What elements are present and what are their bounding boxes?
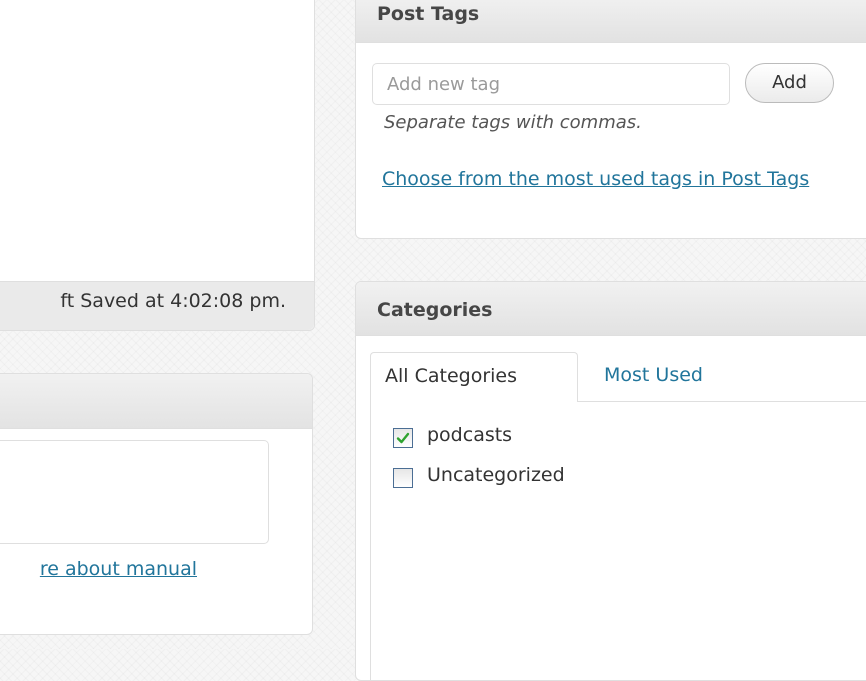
excerpt-box: re about manual <box>0 373 313 635</box>
draft-saved-status: ft Saved at 4:02:08 pm. <box>60 290 286 312</box>
add-tag-button[interactable]: Add <box>745 63 834 103</box>
categories-header: Categories <box>356 282 866 336</box>
category-checklist: podcasts Uncategorized <box>370 401 866 680</box>
category-label-uncategorized: Uncategorized <box>427 464 565 486</box>
categories-title: Categories <box>377 299 493 321</box>
tab-all-categories[interactable]: All Categories <box>370 352 578 402</box>
post-tags-box: Post Tags Add Separate tags with commas.… <box>355 0 866 239</box>
learn-more-link[interactable]: re about manual <box>40 558 197 580</box>
tab-all-categories-label: All Categories <box>385 365 518 387</box>
excerpt-header <box>0 374 312 429</box>
tags-help-text: Separate tags with commas. <box>384 112 642 133</box>
excerpt-textarea[interactable] <box>0 440 269 544</box>
category-label-podcasts: podcasts <box>427 424 513 446</box>
editor-status-bar: ft Saved at 4:02:08 pm. <box>0 281 314 330</box>
tab-most-used[interactable]: Most Used <box>604 364 703 386</box>
categories-box: Categories All Categories Most Used podc… <box>355 281 866 681</box>
category-checkbox-podcasts[interactable] <box>393 428 413 448</box>
most-used-tags-link[interactable]: Choose from the most used tags in Post T… <box>382 165 852 193</box>
category-checkbox-uncategorized[interactable] <box>393 468 413 488</box>
check-icon <box>396 432 410 444</box>
post-tags-header: Post Tags <box>356 0 866 43</box>
new-tag-input[interactable] <box>372 63 730 105</box>
post-editor-box: ft Saved at 4:02:08 pm. <box>0 0 315 331</box>
post-tags-title: Post Tags <box>377 3 480 25</box>
